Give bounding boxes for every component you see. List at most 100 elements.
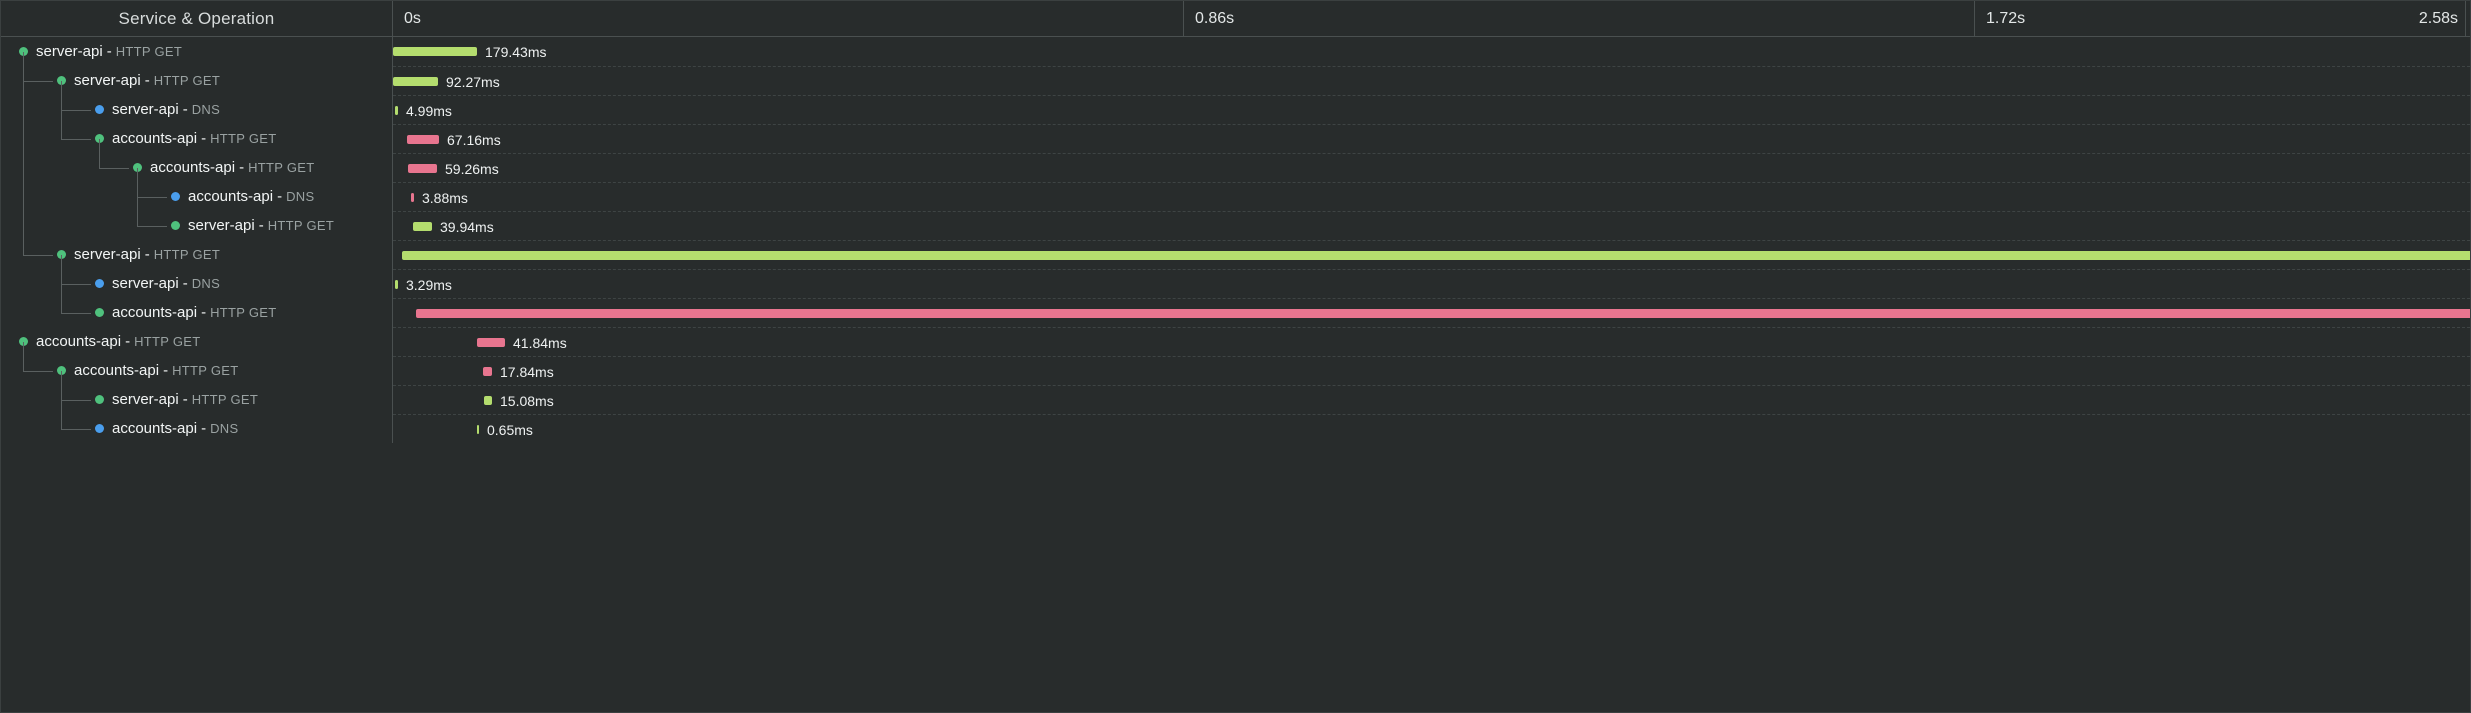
span-bar-track[interactable]: 15.08ms	[393, 385, 2470, 415]
span-separator: -	[258, 217, 264, 234]
span-bar-track[interactable]: 41.84ms	[393, 327, 2470, 357]
span-separator: -	[201, 420, 207, 437]
tree-connector-horizontal	[61, 109, 91, 111]
span-row[interactable]: accounts-api - DNS 3.88ms	[1, 167, 2470, 212]
span-bar-track[interactable]: 179.43ms	[393, 37, 2470, 66]
span-bar-track[interactable]	[393, 240, 2470, 270]
tree-connector-vertical	[61, 254, 62, 313]
span-name-cell[interactable]: accounts-api - HTTP GET	[1, 138, 393, 182]
tree-connector-horizontal	[99, 167, 129, 169]
span-label: accounts-api - DNS	[95, 414, 238, 443]
span-name-cell[interactable]: server-api - HTTP GET	[1, 370, 393, 414]
span-duration-bar[interactable]	[416, 309, 2470, 318]
span-name-cell[interactable]: accounts-api - DNS	[1, 370, 393, 443]
span-bar-track[interactable]: 39.94ms	[393, 211, 2470, 241]
span-row[interactable]: server-api - HTTP GET 15.08ms	[1, 370, 2470, 415]
span-service-name: accounts-api	[112, 304, 198, 321]
span-label: accounts-api - HTTP GET	[57, 356, 239, 385]
span-name-cell[interactable]: server-api - HTTP GET	[1, 51, 393, 269]
http-span-dot-icon	[95, 308, 104, 317]
span-label: accounts-api - HTTP GET	[95, 298, 277, 327]
timeline-header: Service & Operation 0s 0.86s 1.72s 2.58s	[1, 1, 2470, 37]
span-row[interactable]: accounts-api - HTTP GET 59.26ms	[1, 138, 2470, 183]
span-operation-name: HTTP GET	[248, 160, 315, 175]
span-name-cell[interactable]: server-api - DNS	[1, 80, 393, 124]
dns-span-dot-icon	[95, 424, 104, 433]
span-duration-bar[interactable]	[411, 193, 414, 202]
span-name-cell[interactable]: accounts-api - HTTP GET	[1, 341, 393, 385]
span-duration-bar[interactable]	[393, 77, 438, 86]
tree-connector-horizontal	[61, 138, 91, 140]
span-name-cell[interactable]: accounts-api - HTTP GET	[1, 80, 393, 153]
span-bar-track[interactable]: 59.26ms	[393, 153, 2470, 183]
span-row[interactable]: server-api - HTTP GET	[1, 51, 2470, 270]
span-row[interactable]: server-api - DNS 3.29ms	[1, 254, 2470, 299]
span-duration-bar[interactable]	[407, 135, 439, 144]
span-name-cell[interactable]: accounts-api - DNS	[1, 167, 393, 211]
span-row[interactable]: accounts-api - HTTP GET 41.84ms	[1, 327, 2470, 356]
service-operation-column-header: Service & Operation	[1, 1, 393, 36]
span-label: accounts-api - HTTP GET	[133, 153, 315, 182]
tree-connector-vertical	[61, 370, 62, 429]
span-duration-bar[interactable]	[408, 164, 437, 173]
span-name-cell[interactable]: accounts-api - HTTP GET	[1, 327, 393, 356]
span-bar-track[interactable]: 3.88ms	[393, 182, 2470, 212]
span-bar-track[interactable]: 92.27ms	[393, 66, 2470, 96]
span-duration-label: 4.99ms	[406, 102, 452, 119]
span-duration-label: 15.08ms	[500, 392, 554, 409]
span-duration-bar[interactable]	[395, 106, 398, 115]
span-row[interactable]: accounts-api - DNS 0.65ms	[1, 370, 2470, 444]
span-name-cell[interactable]: server-api - HTTP GET	[1, 167, 393, 240]
span-service-name: server-api	[112, 391, 179, 408]
span-service-name: server-api	[74, 246, 141, 263]
span-row[interactable]: accounts-api - HTTP GET 67.16ms	[1, 80, 2470, 154]
span-duration-bar[interactable]	[477, 338, 505, 347]
span-label: accounts-api - DNS	[171, 182, 314, 211]
span-name-cell[interactable]: server-api - HTTP GET	[1, 37, 393, 66]
span-separator: -	[182, 101, 188, 118]
span-operation-name: DNS	[210, 421, 239, 436]
span-operation-name: HTTP GET	[210, 305, 277, 320]
span-bar-track[interactable]: 4.99ms	[393, 95, 2470, 125]
tree-connector-horizontal	[23, 370, 53, 372]
span-name-cell[interactable]: server-api - DNS	[1, 254, 393, 298]
span-bar-track[interactable]: 67.16ms	[393, 124, 2470, 154]
span-duration-bar[interactable]	[393, 47, 477, 56]
span-row[interactable]: server-api - HTTP GET 39.94ms	[1, 167, 2470, 241]
span-label: server-api - HTTP GET	[57, 66, 220, 95]
span-duration-bar[interactable]	[483, 367, 492, 376]
span-duration-label: 67.16ms	[447, 131, 501, 148]
span-service-name: accounts-api	[74, 362, 160, 379]
span-separator: -	[182, 275, 188, 292]
span-duration-bar[interactable]	[395, 280, 398, 289]
span-bar-track[interactable]	[393, 298, 2470, 328]
service-operation-header-label: Service & Operation	[118, 8, 275, 28]
span-label: server-api - HTTP GET	[95, 385, 258, 414]
tree-connector-horizontal	[61, 312, 91, 314]
span-row[interactable]: server-api - HTTP GET 92.27ms	[1, 51, 2470, 96]
http-span-dot-icon	[171, 221, 180, 230]
tree-connector-horizontal	[61, 428, 91, 430]
span-name-cell[interactable]: server-api - HTTP GET	[1, 51, 393, 95]
span-duration-bar[interactable]	[477, 425, 479, 434]
span-bar-track[interactable]: 0.65ms	[393, 414, 2470, 444]
span-row[interactable]: server-api - DNS 4.99ms	[1, 80, 2470, 125]
span-duration-label: 3.88ms	[422, 189, 468, 206]
span-bar-track[interactable]: 17.84ms	[393, 356, 2470, 386]
span-separator: -	[201, 304, 207, 321]
span-duration-bar[interactable]	[413, 222, 432, 231]
time-tick-label: 1.72s	[1986, 9, 2026, 27]
span-bar-track[interactable]: 3.29ms	[393, 269, 2470, 299]
span-row[interactable]: accounts-api - HTTP GET	[1, 254, 2470, 328]
span-label: accounts-api - HTTP GET	[95, 124, 277, 153]
span-row[interactable]: accounts-api - HTTP GET 17.84ms	[1, 341, 2470, 386]
tree-connector-horizontal	[137, 196, 167, 198]
span-operation-name: HTTP GET	[267, 218, 335, 233]
span-duration-bar[interactable]	[484, 396, 492, 405]
span-row[interactable]: server-api - HTTP GET 179.43ms	[1, 37, 2470, 66]
dns-span-dot-icon	[95, 279, 104, 288]
span-name-cell[interactable]: accounts-api - HTTP GET	[1, 254, 393, 327]
span-duration-bar[interactable]	[402, 251, 2470, 260]
time-tick: 1.72s	[1974, 1, 2465, 36]
time-axis-ticks: 0s 0.86s 1.72s 2.58s	[393, 1, 2470, 36]
